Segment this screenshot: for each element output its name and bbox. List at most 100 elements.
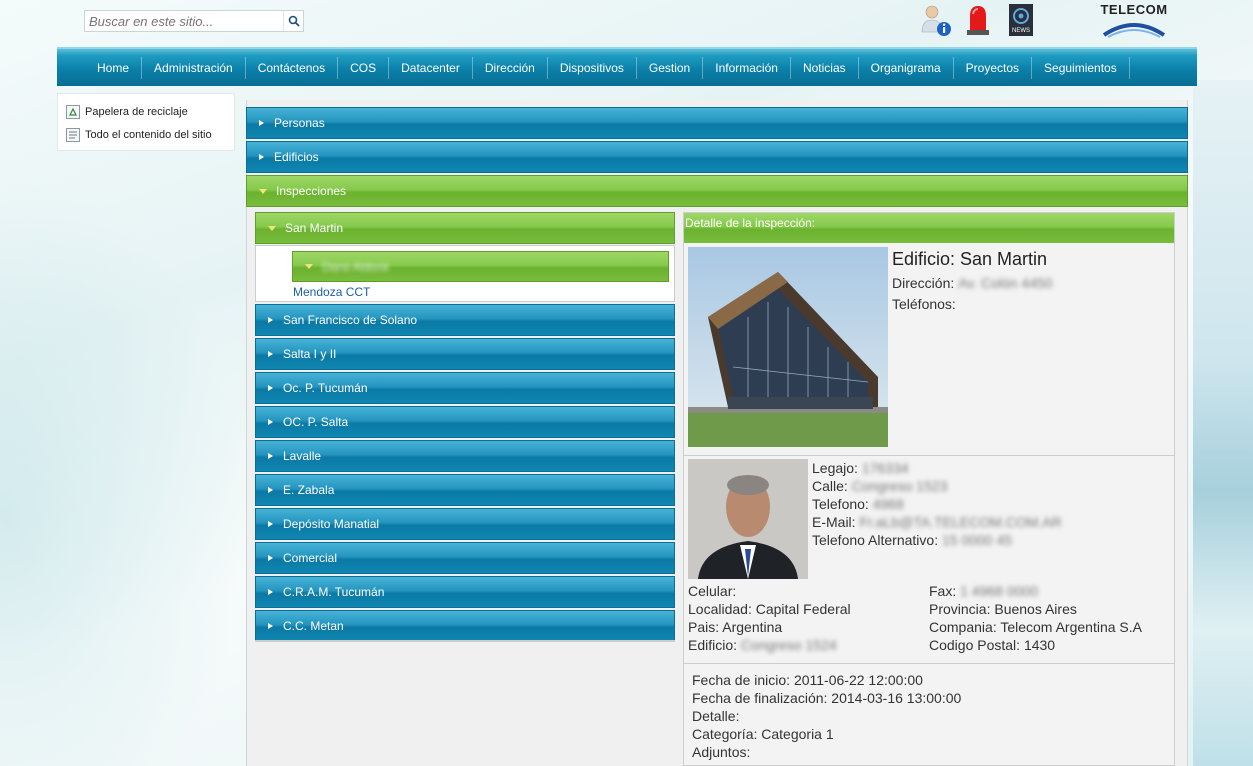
- inspection-item[interactable]: San Francisco de Solano: [255, 304, 675, 336]
- inspection-item[interactable]: Salta I y II: [255, 338, 675, 370]
- expand-arrow-icon: [259, 120, 264, 126]
- inspection-item[interactable]: C.R.A.M. Tucumán: [255, 576, 675, 608]
- inspection-label: San Francisco de Solano: [283, 313, 418, 327]
- san-martin-body: Darsi Aldonii Mendoza CCT: [255, 245, 675, 302]
- logo-text: TELECOM: [1100, 2, 1168, 17]
- localidad-field: Localidad: Capital Federal: [688, 601, 851, 617]
- nested-inspection[interactable]: Darsi Aldonii: [292, 251, 669, 282]
- expand-arrow-icon: [268, 317, 273, 323]
- expand-arrow-icon: [268, 589, 273, 595]
- collapse-arrow-icon: [268, 225, 276, 231]
- nav-item-dispositivos[interactable]: Dispositivos: [548, 56, 637, 79]
- celular-field: Celular:: [688, 583, 737, 599]
- expand-arrow-icon: [268, 419, 273, 425]
- detalle-field: Detalle:: [692, 708, 740, 724]
- expand-arrow-icon: [268, 623, 273, 629]
- nav-item-informacion[interactable]: Información: [703, 56, 791, 79]
- nav-item-administracion[interactable]: Administración: [142, 56, 246, 79]
- accordion-label: Personas: [274, 116, 325, 130]
- inspection-item[interactable]: Oc. P. Tucumán: [255, 372, 675, 404]
- nav-item-home[interactable]: Home: [85, 56, 143, 79]
- email-field: E-Mail: Fr.aLb@TA.TELECOM.COM.AR: [812, 514, 1062, 530]
- nested-inspection-label: Darsi Aldonii: [322, 259, 389, 274]
- collapse-arrow-icon: [259, 188, 267, 194]
- nav-item-cos[interactable]: COS: [338, 56, 390, 79]
- inspection-item[interactable]: Comercial: [255, 542, 675, 574]
- legajo-field: Legajo: 176334: [812, 460, 909, 476]
- expand-arrow-icon: [259, 154, 264, 160]
- fax-field: Fax: 1 4968 0000: [929, 583, 1038, 599]
- telefono-alternativo-label: Telefono Alternativo:: [812, 532, 939, 548]
- address-value: Av. Colón 4450: [958, 275, 1053, 291]
- inspection-label: Oc. P. Tucumán: [283, 381, 368, 395]
- search-button[interactable]: [283, 11, 303, 31]
- legajo-value: 176334: [861, 460, 909, 476]
- all-content-link[interactable]: Todo el contenido del sitio: [66, 128, 212, 142]
- accordion-edificios[interactable]: Edificios: [246, 141, 1188, 173]
- nav-item-gestion[interactable]: Gestion: [637, 56, 704, 79]
- detail-header: Detalle de la inspección:: [684, 213, 1174, 243]
- inspection-item[interactable]: Lavalle: [255, 440, 675, 472]
- edificio-label: Edificio:: [688, 637, 738, 653]
- telecom-logo[interactable]: TELECOM: [1098, 2, 1170, 40]
- codigo-postal-field: Codigo Postal: 1430: [929, 637, 1056, 653]
- pais-field: Pais: Argentina: [688, 619, 783, 635]
- nav-item-contactenos[interactable]: Contáctenos: [246, 56, 339, 79]
- nav-item-datacenter[interactable]: Datacenter: [389, 56, 473, 79]
- inspection-label: C.R.A.M. Tucumán: [283, 585, 385, 599]
- inspection-label: Lavalle: [283, 449, 322, 463]
- inspection-label: E. Zabala: [283, 483, 335, 497]
- address-label: Dirección:: [892, 275, 955, 291]
- nav-item-seguimientos[interactable]: Seguimientos: [1032, 56, 1130, 79]
- search-input[interactable]: [85, 11, 283, 31]
- top-navigation: Home Administración Contáctenos COS Datacent…: [57, 47, 1197, 86]
- inspection-label: Depósito Manatial: [283, 517, 380, 531]
- nav-item-proyectos[interactable]: Proyectos: [954, 56, 1033, 79]
- inspection-label: Comercial: [283, 551, 338, 565]
- expand-arrow-icon: [268, 453, 273, 459]
- nav-item-direccion[interactable]: Dirección: [473, 56, 548, 79]
- recycle-bin-link[interactable]: Papelera de reciclaje: [66, 105, 188, 119]
- background-decoration-left: [0, 150, 270, 766]
- edificio-field: Edificio: Congreso 1524: [688, 637, 837, 653]
- user-info-icon[interactable]: [918, 2, 951, 38]
- expand-arrow-icon: [268, 385, 273, 391]
- telefono-value: 4968: [872, 496, 904, 512]
- fax-value: 1 4968 0000: [960, 583, 1038, 599]
- telefono-field: Telefono: 4968: [812, 496, 904, 512]
- inspection-label: Salta I y II: [283, 347, 337, 361]
- recycle-bin-label: Papelera de reciclaje: [85, 106, 188, 118]
- provincia-field: Provincia: Buenos Aires: [929, 601, 1077, 617]
- divider: [684, 455, 1174, 456]
- alarm-siren-icon[interactable]: [962, 2, 994, 38]
- nav-item-organigrama[interactable]: Organigrama: [859, 56, 954, 79]
- fecha-inicio: Fecha de inicio: 2011-06-22 12:00:00: [692, 672, 923, 688]
- accordion-inspecciones[interactable]: Inspecciones: [246, 175, 1188, 207]
- person-photo: [688, 459, 808, 579]
- accordion-label: Edificios: [274, 150, 319, 164]
- expand-arrow-icon: [268, 555, 273, 561]
- inspection-item[interactable]: Depósito Manatial: [255, 508, 675, 540]
- header-icons: NEWS: [918, 2, 1038, 38]
- accordion-personas[interactable]: Personas: [246, 107, 1188, 139]
- telefono-alternativo-field: Telefono Alternativo: 15 0000 45: [812, 532, 1012, 548]
- inspection-item[interactable]: E. Zabala: [255, 474, 675, 506]
- nav-item-noticias[interactable]: Noticias: [791, 56, 859, 79]
- divider: [684, 663, 1174, 664]
- mendoza-cct-link[interactable]: Mendoza CCT: [293, 285, 370, 299]
- news-icon[interactable]: NEWS: [1006, 2, 1038, 38]
- calle-value: Congreso 1523: [851, 478, 948, 494]
- email-label: E-Mail:: [812, 514, 856, 530]
- compania-field: Compania: Telecom Argentina S.A: [929, 619, 1142, 635]
- search-box: [84, 10, 304, 32]
- building-address: Dirección: Av. Colón 4450: [892, 275, 1053, 291]
- document-icon: [66, 128, 80, 142]
- inspection-detail: Detalle de la inspección: Edificio: San …: [683, 212, 1175, 766]
- inspection-item[interactable]: OC. P. Salta: [255, 406, 675, 438]
- inspection-san-martin[interactable]: San Martin: [255, 212, 675, 244]
- email-value: Fr.aLb@TA.TELECOM.COM.AR: [859, 514, 1062, 530]
- inspection-item[interactable]: C.C. Metan: [255, 610, 675, 642]
- calle-field: Calle: Congreso 1523: [812, 478, 947, 494]
- expand-arrow-icon: [268, 521, 273, 527]
- background-decoration-right: [1193, 80, 1253, 766]
